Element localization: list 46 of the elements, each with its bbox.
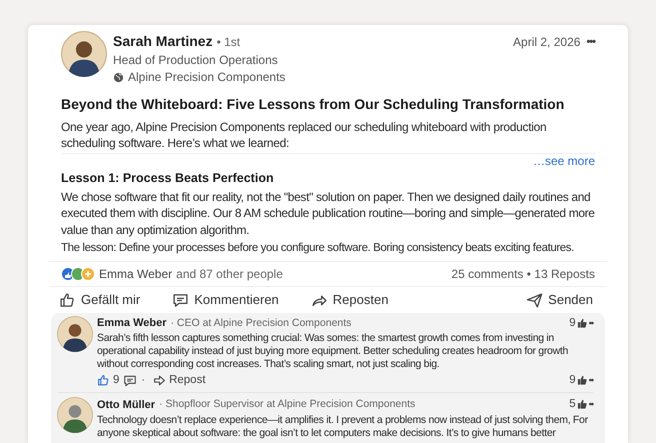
see-more-link[interactable]: …see more xyxy=(532,154,595,169)
comment-text: Sarah’s fifth lesson captures something crucial: Was somes: the smartest growth comes from investing in operational capability instead of just buying more equipment. Better scheduling creates headroom for growth without corresponding cost increases. That’s scaling smart, not just scaling big. xyxy=(97,332,570,371)
reactor-name[interactable]: Emma Weber xyxy=(99,265,172,284)
thumbs-up-icon xyxy=(576,399,588,410)
like-count: 9 xyxy=(569,373,576,388)
author-headline: Head of Production Operations xyxy=(113,52,279,68)
separator-dot: · xyxy=(141,373,146,388)
thumbs-up-icon xyxy=(576,318,588,329)
arrow-icon xyxy=(153,374,166,388)
repost-button[interactable]: Reposten xyxy=(308,290,390,310)
repost-button[interactable]: Repost xyxy=(153,372,206,390)
like-button[interactable]: 9 xyxy=(97,372,120,390)
comment-text: Technology doesn’t replace experience—it amplifies it. I prevent a problems now instead of just solving them, For anyone skeptical about software: the goal isn’t to let computers make decisions. It’s to give humans better xyxy=(97,414,589,440)
connection-degree: • 1st xyxy=(216,34,240,51)
more-options-button[interactable]: •• xyxy=(588,316,593,330)
post-date: April 2, 2026 xyxy=(513,34,580,51)
avatar-silhouette xyxy=(61,31,107,77)
commenter-headline: · Shopfloor Supervisor at Alpine Precision Components xyxy=(159,397,416,412)
more-options-button[interactable]: •• xyxy=(588,374,593,388)
post-title: Beyond the Whiteboard: Five Lessons from Our Scheduling Transformation xyxy=(61,95,566,114)
paper-plane-icon xyxy=(526,292,544,308)
like-button[interactable]: Gefällt mir xyxy=(57,290,142,310)
like-count: 9 xyxy=(569,316,576,331)
lesson-text: We chose software that fit our reality, not the "best" solution on paper. Then we designed daily routines and executed them with discipline. Our 8 AM schedule publication routine—boring and simple—generated more value than any optimization algorithm. xyxy=(61,188,596,238)
more-options-button[interactable]: ••• xyxy=(586,34,595,50)
thumbs-up-icon xyxy=(576,375,588,386)
comment-button[interactable]: Kommentieren xyxy=(170,290,281,310)
avatar-silhouette xyxy=(57,397,93,434)
commenter-name[interactable]: Emma Weber xyxy=(97,315,166,332)
avatar-silhouette xyxy=(57,316,93,352)
like-count: 5 xyxy=(569,397,576,412)
thumbs-up-icon xyxy=(97,374,110,388)
lesson-heading: Lesson 1: Process Beats Perfection xyxy=(61,170,275,187)
thumbs-up-icon xyxy=(59,292,76,308)
commenter-headline: · CEO at Alpine Precision Components xyxy=(170,316,352,330)
commenter-name[interactable]: Otto Müller xyxy=(97,396,156,414)
reaction-icons xyxy=(61,267,95,282)
author-name[interactable]: Sarah Martinez xyxy=(113,31,213,52)
more-options-button[interactable]: •• xyxy=(588,398,593,412)
send-button[interactable]: Senden xyxy=(524,290,595,310)
lesson-takeaway: The lesson: Define your processes before you configure software. Boring consistency beats exciting features. xyxy=(61,241,575,256)
speech-bubble-icon xyxy=(172,292,190,308)
reaction-summary[interactable]: and 87 other people xyxy=(176,265,283,284)
engagement-counts[interactable]: 25 comments • 13 Reposts xyxy=(451,265,595,284)
company-name: Alpine Precision Components xyxy=(128,69,286,86)
post-intro: One year ago, Alpine Precision Components replaced our scheduling whiteboard with production scheduling software. Here’s what we learned: xyxy=(61,119,548,151)
